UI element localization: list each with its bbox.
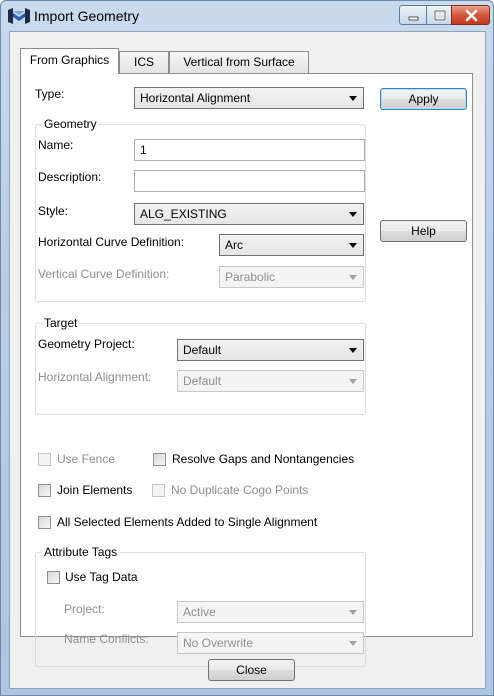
tag-project-select[interactable]: Active (177, 601, 364, 623)
attribute-tags-legend: Attribute Tags (42, 545, 120, 559)
name-conflicts-select[interactable]: No Overwrite (177, 632, 364, 654)
tab-from-graphics[interactable]: From Graphics (20, 48, 119, 74)
no-duplicate-cogo-checkbox[interactable] (152, 484, 165, 497)
name-field[interactable]: 1 (134, 139, 365, 161)
bentley-app-icon (8, 8, 30, 24)
no-duplicate-cogo-label: No Duplicate Cogo Points (171, 483, 309, 497)
all-selected-checkbox[interactable] (38, 516, 51, 529)
tab-vertical-from-surface[interactable]: Vertical from Surface (169, 51, 309, 73)
join-elements-label: Join Elements (57, 483, 133, 497)
chevron-down-icon (349, 641, 357, 646)
chevron-down-icon (349, 96, 357, 101)
use-fence-checkbox[interactable] (38, 453, 51, 466)
from-graphics-panel: Type: Horizontal Alignment Apply Geometr… (20, 73, 473, 667)
window-title: Import Geometry (34, 8, 140, 24)
geometry-project-select[interactable]: Default (177, 339, 364, 361)
style-value: ALG_EXISTING (140, 207, 227, 221)
horizontal-curve-select[interactable]: Arc (219, 234, 364, 256)
description-label: Description: (38, 170, 102, 184)
description-field[interactable] (134, 170, 365, 192)
all-selected-label: All Selected Elements Added to Single Al… (57, 515, 318, 529)
tag-project-label: Project: (64, 602, 105, 616)
type-select[interactable]: Horizontal Alignment (134, 87, 364, 109)
apply-button[interactable]: Apply (380, 88, 467, 110)
resolve-gaps-label: Resolve Gaps and Nontangencies (172, 452, 355, 466)
import-geometry-window: Import Geometry From Graphics ICS Vertic… (0, 0, 494, 696)
style-label: Style: (38, 204, 69, 218)
title-bar[interactable]: Import Geometry (1, 1, 493, 31)
chevron-down-icon (349, 348, 357, 353)
vertical-curve-value: Parabolic (225, 270, 276, 284)
maximize-icon (433, 9, 447, 22)
geometry-project-label: Geometry Project: (38, 337, 135, 351)
chevron-down-icon (349, 379, 357, 384)
target-legend: Target (42, 316, 80, 330)
horizontal-alignment-select[interactable]: Default (177, 370, 364, 392)
vertical-curve-label: Vertical Curve Definition: (38, 267, 170, 281)
type-value: Horizontal Alignment (140, 91, 251, 105)
minimize-button[interactable] (399, 5, 427, 25)
close-window-button[interactable] (451, 5, 490, 25)
chevron-down-icon (349, 212, 357, 217)
chevron-down-icon (349, 610, 357, 615)
use-tag-data-checkbox[interactable] (47, 571, 60, 584)
vertical-curve-select[interactable]: Parabolic (219, 266, 364, 288)
style-select[interactable]: ALG_EXISTING (134, 203, 364, 225)
tag-project-value: Active (183, 605, 216, 619)
join-elements-checkbox[interactable] (38, 484, 51, 497)
name-conflicts-label: Name Conflicts: (64, 632, 149, 646)
geometry-legend: Geometry (42, 117, 99, 131)
help-button[interactable]: Help (380, 220, 467, 242)
maximize-button[interactable] (426, 5, 452, 25)
minimize-icon (408, 16, 419, 21)
geometry-project-value: Default (183, 343, 222, 357)
close-icon (465, 9, 478, 22)
horizontal-curve-value: Arc (225, 238, 243, 252)
chevron-down-icon (349, 275, 357, 280)
horizontal-alignment-label: Horizontal Alignment: (38, 370, 152, 384)
use-tag-data-label: Use Tag Data (65, 570, 138, 584)
horizontal-curve-label: Horizontal Curve Definition: (38, 235, 185, 249)
tab-ics[interactable]: ICS (119, 51, 169, 73)
chevron-down-icon (349, 243, 357, 248)
name-conflicts-value: No Overwrite (183, 636, 254, 650)
close-button[interactable]: Close (208, 659, 295, 681)
horizontal-alignment-value: Default (183, 374, 222, 388)
use-fence-label: Use Fence (57, 452, 116, 466)
type-label: Type: (35, 87, 65, 101)
dialog-client: From Graphics ICS Vertical from Surface … (9, 31, 486, 689)
name-label: Name: (38, 138, 74, 152)
resolve-gaps-checkbox[interactable] (153, 453, 166, 466)
